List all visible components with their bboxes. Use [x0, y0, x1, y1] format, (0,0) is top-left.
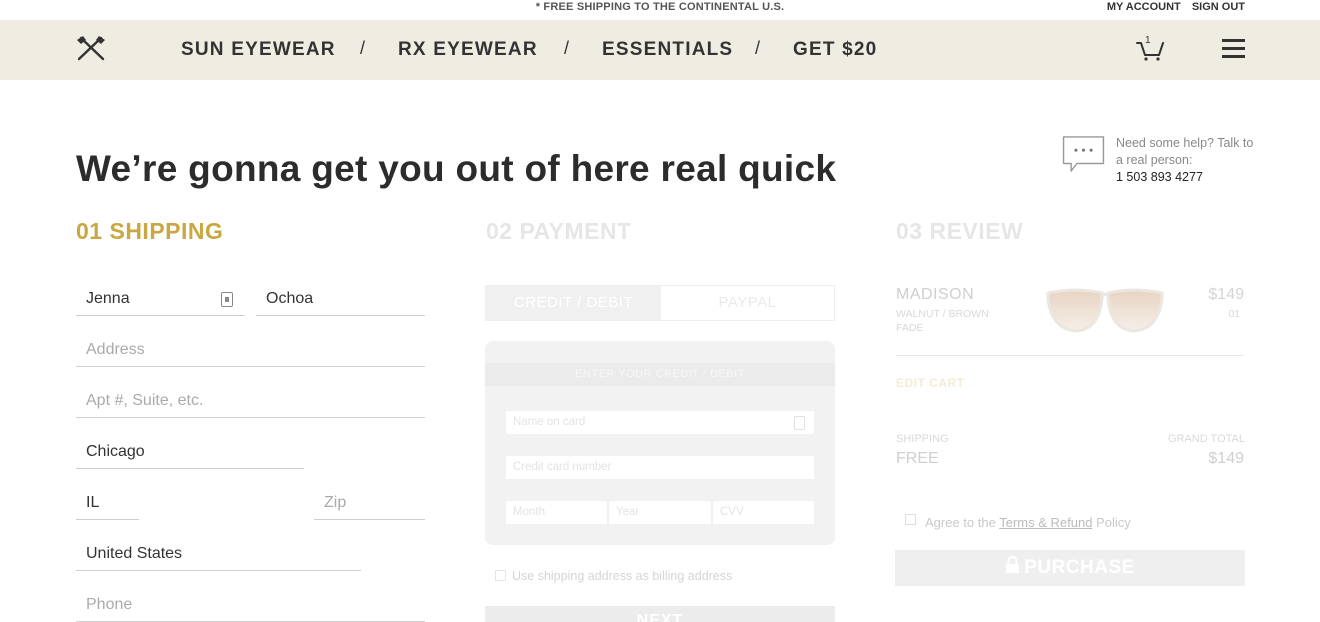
cvv-input[interactable]: CVV	[712, 500, 815, 525]
crossed-axes-logo-icon[interactable]	[75, 34, 107, 62]
main-nav: SUN EYEWEAR / RX EYEWEAR / ESSENTIALS / …	[0, 20, 1320, 80]
billing-label: Use shipping address as billing address	[512, 569, 733, 583]
nav-sun-eyewear[interactable]: SUN EYEWEAR	[181, 39, 336, 61]
grand-total-value: $149	[1208, 450, 1244, 467]
nav-get-20[interactable]: GET $20	[793, 39, 877, 61]
product-name: MADISON	[896, 286, 975, 303]
lock-icon	[1006, 556, 1020, 573]
expiry-year-input[interactable]: Year	[608, 500, 712, 525]
expiry-month-input[interactable]: Month	[505, 500, 608, 525]
sign-out-link[interactable]: SIGN OUT	[1192, 1, 1245, 13]
cvv-placeholder: CVV	[720, 506, 744, 518]
terms-checkbox[interactable]	[905, 514, 916, 525]
last-name-value: Ochoa	[266, 290, 314, 307]
contact-card-icon	[221, 292, 233, 307]
grand-total-label: GRAND TOTAL	[1167, 433, 1245, 445]
nav-separator: /	[755, 38, 761, 58]
product-quantity: 01	[1228, 308, 1240, 320]
step-shipping: 01 SHIPPING	[76, 218, 224, 244]
product-color: WALNUT / BROWN FADE	[896, 308, 989, 334]
year-placeholder: Year	[616, 506, 640, 518]
shipping-value: FREE	[896, 450, 939, 467]
card-panel-header: ENTER YOUR CREDIT / DEBIT	[485, 363, 835, 386]
help-message: Need some help? Talk to a real person:	[1116, 136, 1254, 167]
card-number-input[interactable]: Credit card number	[505, 455, 815, 480]
help-phone[interactable]: 1 503 893 4277	[1116, 169, 1256, 186]
step-review: 03 REVIEW	[896, 218, 1024, 244]
chat-bubble-icon	[1062, 136, 1105, 172]
help-text: Need some help? Talk to a real person: 1…	[1116, 135, 1256, 186]
month-placeholder: Month	[513, 506, 545, 518]
tab-credit-debit[interactable]: CREDIT / DEBIT	[486, 286, 661, 320]
agree-suffix: Policy	[1096, 515, 1131, 530]
phone-placeholder: Phone	[86, 596, 133, 613]
state-field[interactable]: IL	[76, 490, 139, 520]
state-value: IL	[86, 494, 100, 511]
country-value: United States	[86, 545, 183, 562]
first-name-value: Jenna	[86, 290, 130, 307]
edit-cart-link[interactable]: EDIT CART	[896, 376, 965, 390]
payment-method-tabs: CREDIT / DEBIT PAYPAL	[485, 285, 835, 321]
last-name-field[interactable]: Ochoa	[256, 286, 425, 316]
city-field[interactable]: Chicago	[76, 439, 304, 469]
shipping-label: SHIPPING	[896, 433, 949, 445]
address-field[interactable]: Address	[76, 337, 425, 367]
my-account-link[interactable]: MY ACCOUNT	[1107, 1, 1181, 13]
contact-card-icon	[794, 416, 805, 430]
top-bar: * FREE SHIPPING TO THE CONTINENTAL U.S. …	[0, 0, 1320, 20]
billing-checkbox[interactable]	[495, 570, 506, 581]
menu-hamburger-icon[interactable]	[1222, 39, 1245, 59]
nav-separator: /	[360, 38, 366, 58]
purchase-button[interactable]: PURCHASE	[895, 550, 1245, 586]
card-entry-panel: ENTER YOUR CREDIT / DEBIT Name on card C…	[485, 341, 835, 545]
terms-agreement: Agree to the Terms & Refund Policy	[905, 514, 1131, 530]
nav-rx-eyewear[interactable]: RX EYEWEAR	[398, 39, 538, 61]
cart-count-badge: 1	[1145, 35, 1151, 46]
terms-refund-link[interactable]: Terms & Refund	[999, 515, 1092, 530]
billing-same-option[interactable]: Use shipping address as billing address	[495, 569, 732, 583]
nav-separator: /	[564, 38, 570, 58]
divider	[896, 355, 1244, 356]
apt-placeholder: Apt #, Suite, etc.	[86, 392, 204, 409]
sunglasses-product-image	[1046, 288, 1164, 333]
name-on-card-placeholder: Name on card	[513, 416, 586, 428]
zip-placeholder: Zip	[324, 494, 347, 511]
first-name-field[interactable]: Jenna	[76, 286, 245, 316]
product-price: $149	[1208, 286, 1244, 303]
apt-field[interactable]: Apt #, Suite, etc.	[76, 388, 425, 418]
page-title: We’re gonna get you out of here real qui…	[76, 148, 837, 189]
step-payment: 02 PAYMENT	[486, 218, 632, 244]
agree-prefix: Agree to the	[925, 515, 996, 530]
tab-paypal[interactable]: PAYPAL	[661, 286, 834, 320]
phone-field[interactable]: Phone	[76, 592, 425, 622]
address-placeholder: Address	[86, 341, 145, 358]
purchase-label: PURCHASE	[1024, 557, 1135, 578]
nav-essentials[interactable]: ESSENTIALS	[602, 39, 733, 61]
next-button[interactable]: NEXT	[485, 606, 835, 622]
zip-field[interactable]: Zip	[314, 490, 425, 520]
country-field[interactable]: United States	[76, 541, 361, 571]
name-on-card-input[interactable]: Name on card	[505, 410, 815, 435]
card-number-placeholder: Credit card number	[513, 461, 612, 473]
city-value: Chicago	[86, 443, 145, 460]
account-links: MY ACCOUNT SIGN OUT	[1099, 1, 1245, 13]
